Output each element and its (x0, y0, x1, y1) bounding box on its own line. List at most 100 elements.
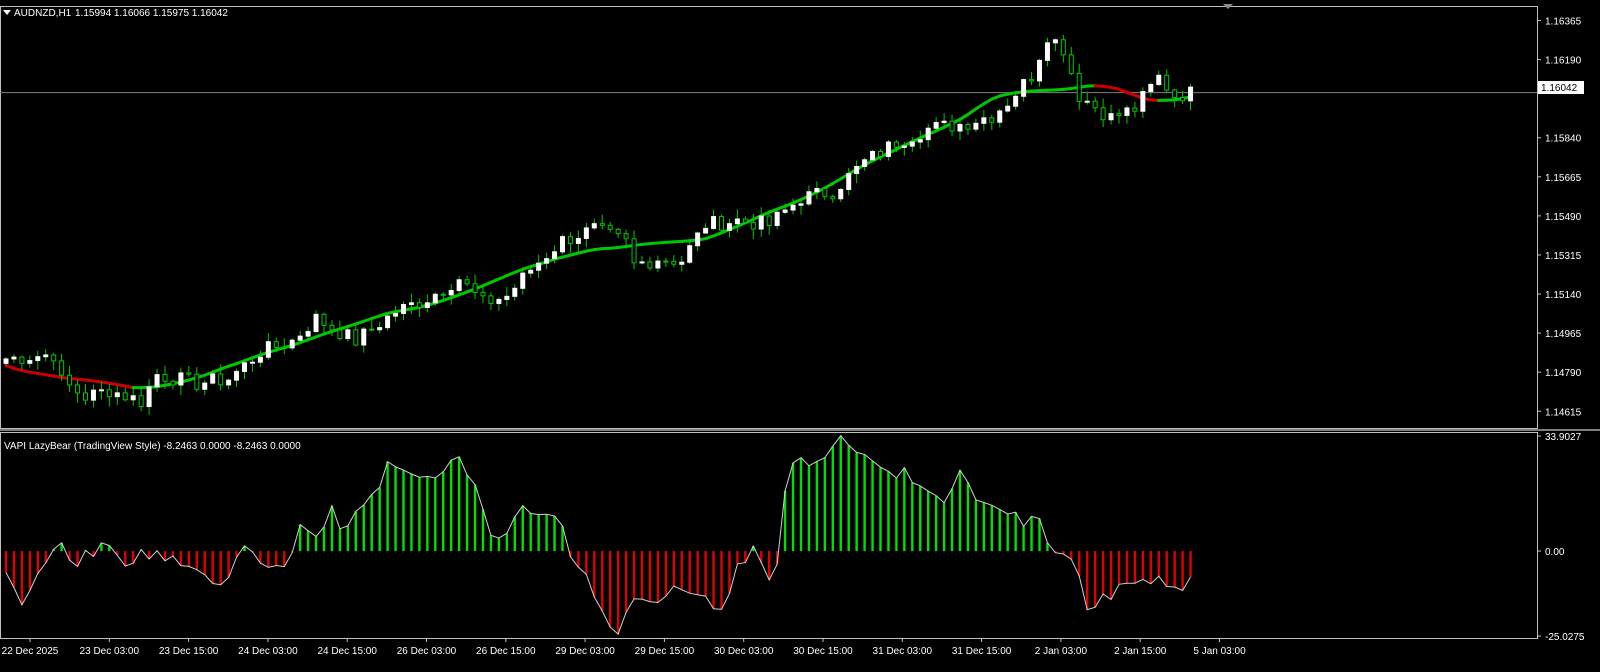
candle-body (3, 358, 9, 364)
candle-body (591, 223, 597, 229)
candle (43, 349, 49, 362)
candle-body (440, 293, 446, 296)
candle-body (909, 141, 915, 147)
candle (194, 367, 200, 392)
candle-body (822, 187, 828, 198)
candle (75, 379, 81, 403)
candle-body (520, 272, 526, 289)
candle-body (599, 223, 605, 226)
candle (560, 234, 565, 255)
candle (854, 160, 860, 184)
candle-body (981, 117, 987, 124)
candle-body (35, 356, 41, 362)
candle-body (1180, 97, 1186, 102)
candle (27, 355, 33, 368)
candle (83, 383, 88, 405)
candle (742, 216, 748, 224)
candle-body (552, 251, 558, 260)
ohlc-values: 1.15994 1.16066 1.15975 1.16042 (75, 8, 228, 19)
time-tick-label: 5 Jan 03:00 (1193, 646, 1246, 657)
candle-body (1044, 42, 1050, 61)
dropdown-triangle-icon[interactable] (3, 10, 11, 15)
candle (528, 268, 534, 278)
candle (106, 383, 112, 407)
candle (35, 350, 41, 370)
candle-body (862, 159, 868, 167)
candle-body (226, 379, 232, 386)
candle-body (631, 238, 637, 264)
candle (114, 386, 120, 406)
candle (703, 223, 709, 235)
candle-body (90, 389, 96, 401)
candle (464, 275, 470, 287)
candle (51, 352, 57, 371)
candle-body (194, 373, 200, 390)
histogram-outline (5, 434, 1191, 635)
candle (591, 218, 597, 230)
candle-body (1188, 86, 1194, 102)
candle (234, 368, 240, 388)
candle-body (870, 150, 876, 161)
price-tick-label: 1.15315 (1545, 251, 1582, 262)
candle-body (385, 315, 391, 329)
candle-body (1132, 107, 1138, 112)
time-tick-label: 2 Jan 03:00 (1035, 646, 1088, 657)
candle (1148, 82, 1154, 97)
candle-body (186, 372, 192, 375)
price-tick-label: 1.14615 (1545, 407, 1582, 418)
time-axis: 22 Dec 2025 23 Dec 03:00 23 Dec 15:00 24 De… (2, 638, 1246, 657)
candle-body (854, 165, 860, 175)
symbol-header[interactable]: AUDNZD,H1 1.15994 1.16066 1.15975 1.1604… (3, 8, 228, 19)
candle (631, 230, 637, 270)
candle (1037, 58, 1042, 87)
candle (671, 255, 677, 268)
candle-body (671, 260, 677, 265)
candle-body (1013, 95, 1019, 107)
candle (814, 181, 820, 200)
candle (838, 187, 844, 203)
time-tick-label: 29 Dec 03:00 (555, 646, 615, 657)
candle-body (1124, 107, 1130, 116)
candle-body (750, 221, 756, 230)
indicator-tick-label: -25.0275 (1545, 632, 1585, 643)
candle-body (19, 356, 25, 364)
candle (353, 325, 359, 347)
candle-body (583, 227, 589, 239)
candle-body (130, 395, 136, 401)
candle-body (122, 392, 128, 401)
candle-body (210, 373, 216, 384)
candle (170, 379, 176, 390)
indicator-panel[interactable] (4, 434, 1192, 635)
candle-body (329, 324, 335, 331)
candle (496, 297, 502, 311)
candle (1092, 97, 1098, 113)
candle-body (814, 187, 820, 193)
time-tick-label: 31 Dec 03:00 (873, 646, 933, 657)
time-tick-label: 31 Dec 15:00 (952, 646, 1012, 657)
candle-body (941, 120, 947, 124)
time-tick-label: 30 Dec 15:00 (793, 646, 853, 657)
candle-body (1021, 79, 1027, 97)
candle-body (917, 139, 923, 143)
candle (265, 333, 271, 360)
candle (695, 231, 701, 252)
candle (289, 338, 295, 351)
indicator-title: VAPI LazyBear (TradingView Style) -8.246… (4, 441, 301, 452)
indicator-panel-frame (0, 432, 1538, 639)
price-panel[interactable] (0, 34, 1537, 415)
candle-body (1037, 59, 1042, 82)
candle (1029, 72, 1035, 85)
candle-body (957, 123, 963, 132)
candle-body (496, 298, 502, 304)
candle (997, 108, 1003, 128)
candle-body (1076, 72, 1082, 102)
candle-body (1100, 107, 1106, 121)
candle-body (536, 262, 542, 271)
price-axis: 1.16365 1.16190 1.15840 1.15665 1.15490 1.153… (1537, 17, 1582, 418)
candle-body (989, 117, 995, 123)
time-tick-label: 26 Dec 03:00 (397, 646, 457, 657)
candle (512, 284, 518, 301)
candle (401, 301, 406, 321)
price-tick-label: 1.16190 (1545, 56, 1582, 67)
candle-body (901, 145, 907, 148)
